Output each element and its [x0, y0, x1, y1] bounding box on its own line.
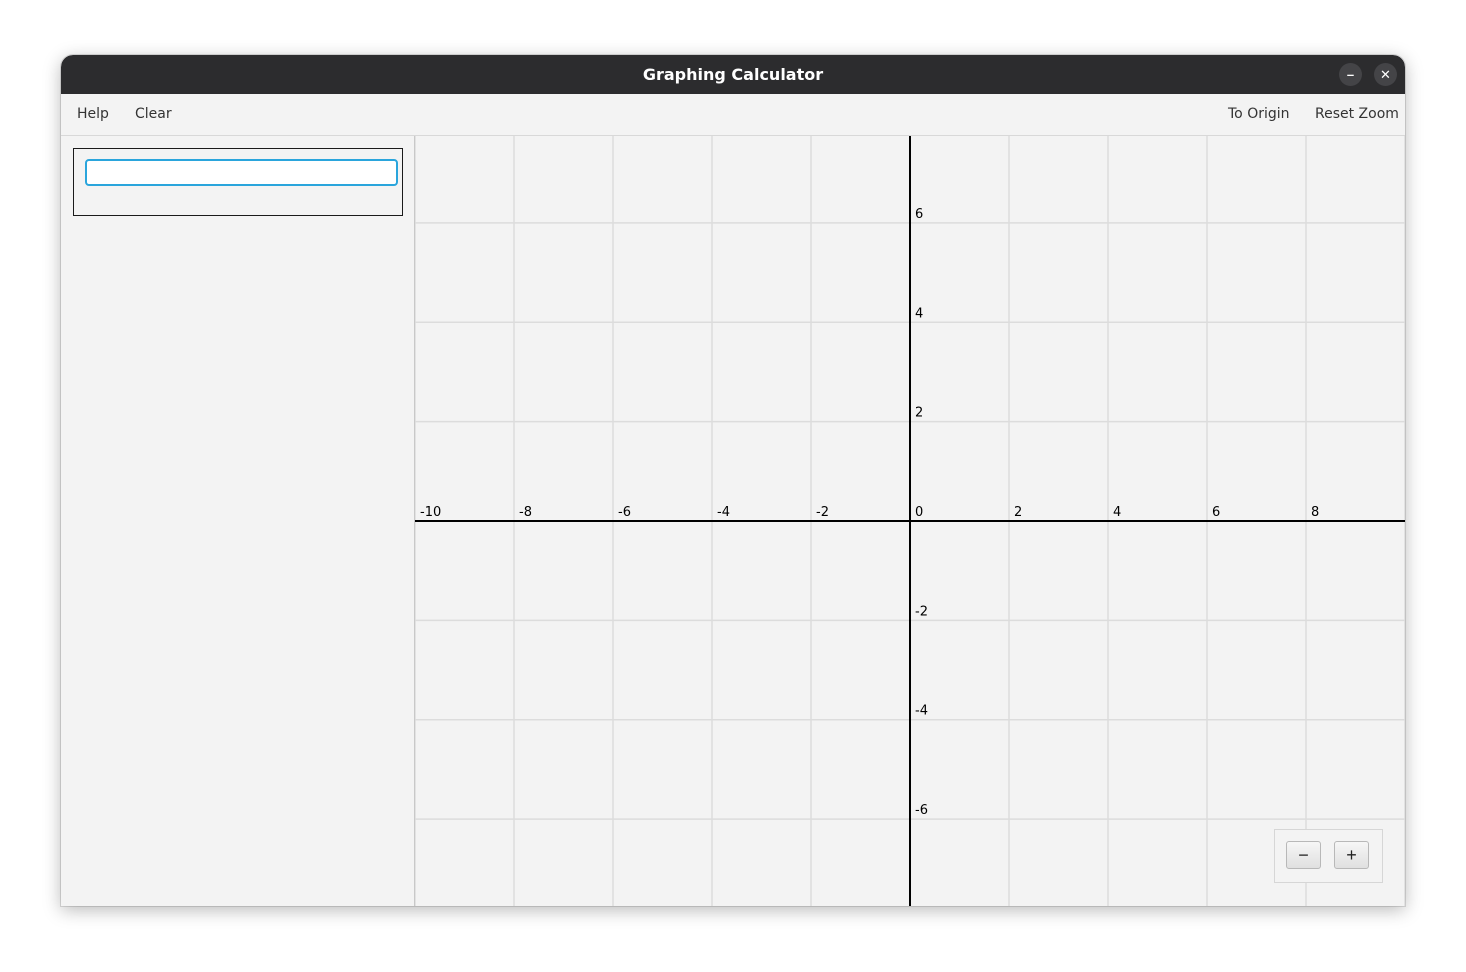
- app-window: Graphing Calculator – ✕ Help Clear To Or…: [61, 55, 1405, 906]
- title-bar[interactable]: Graphing Calculator – ✕: [61, 55, 1405, 94]
- x-tick-label: 0: [915, 505, 923, 520]
- x-tick-label: -6: [618, 505, 631, 520]
- graph-canvas[interactable]: -10 -8 -6 -4 -2 0 2 4 6 8 6 4 2 -2 -4 -6: [415, 136, 1405, 906]
- x-tick-label: -4: [717, 505, 730, 520]
- expression-sidebar: [61, 136, 415, 906]
- x-tick-label: -8: [519, 505, 532, 520]
- minimize-button[interactable]: –: [1339, 63, 1362, 86]
- reset-zoom-button[interactable]: Reset Zoom: [1315, 94, 1399, 135]
- close-button[interactable]: ✕: [1374, 63, 1397, 86]
- y-tick-label: -2: [915, 604, 928, 619]
- to-origin-button[interactable]: To Origin: [1228, 94, 1290, 135]
- zoom-out-button[interactable]: −: [1286, 841, 1321, 869]
- y-tick-label: 6: [915, 207, 923, 222]
- y-tick-label: 2: [915, 406, 923, 421]
- window-title: Graphing Calculator: [642, 65, 824, 84]
- expression-item: [73, 148, 403, 216]
- menu-help[interactable]: Help: [77, 94, 109, 135]
- menu-clear[interactable]: Clear: [135, 94, 172, 135]
- x-tick-label: -10: [420, 505, 441, 520]
- zoom-in-button[interactable]: +: [1334, 841, 1369, 869]
- y-tick-label: -4: [915, 704, 928, 719]
- expression-input[interactable]: [85, 159, 398, 186]
- x-tick-label: 2: [1014, 505, 1022, 520]
- y-tick-label: -6: [915, 803, 928, 818]
- x-tick-label: 8: [1311, 505, 1319, 520]
- x-tick-label: 6: [1212, 505, 1220, 520]
- x-tick-label: -2: [816, 505, 829, 520]
- y-tick-label: 4: [915, 306, 923, 321]
- zoom-controls: − +: [1274, 829, 1383, 883]
- x-tick-label: 4: [1113, 505, 1121, 520]
- menu-bar: Help Clear To Origin Reset Zoom: [61, 94, 1405, 136]
- graph-svg[interactable]: -10 -8 -6 -4 -2 0 2 4 6 8 6 4 2 -2 -4 -6: [415, 136, 1405, 906]
